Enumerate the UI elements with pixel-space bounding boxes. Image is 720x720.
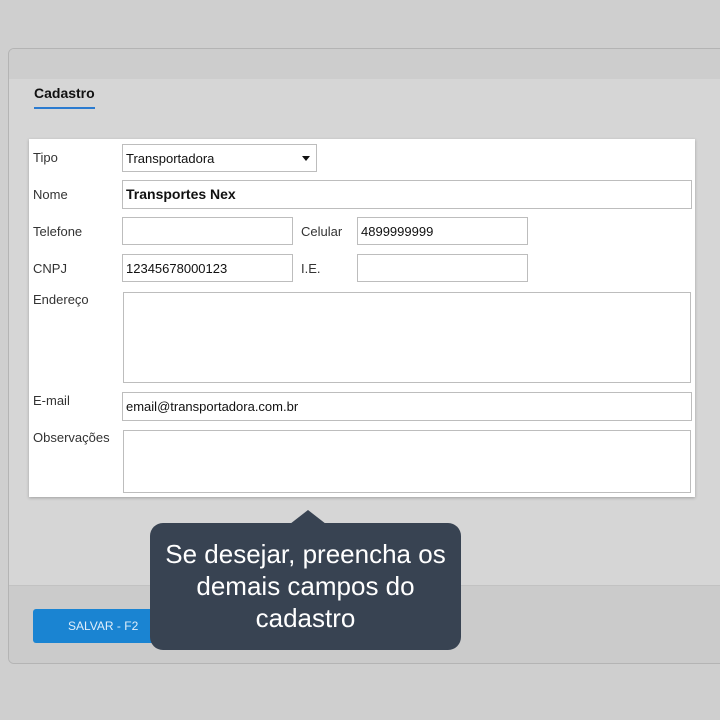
- cnpj-field[interactable]: 12345678000123: [122, 254, 293, 282]
- help-tooltip: Se desejar, preencha os demais campos do…: [150, 523, 461, 650]
- tipo-select[interactable]: Transportadora: [122, 144, 317, 172]
- observacoes-label: Observações: [33, 430, 110, 445]
- ie-label: I.E.: [301, 261, 321, 276]
- observacoes-textarea[interactable]: [123, 430, 691, 493]
- endereco-textarea[interactable]: [123, 292, 691, 383]
- nome-label: Nome: [33, 187, 68, 202]
- email-label: E-mail: [33, 393, 70, 408]
- chevron-down-icon: [302, 156, 310, 161]
- endereco-label: Endereço: [33, 292, 89, 307]
- nome-field[interactable]: Transportes Nex: [122, 180, 692, 209]
- telefone-field[interactable]: [122, 217, 293, 245]
- registration-form: Tipo Transportadora Nome Transportes Nex…: [29, 139, 695, 497]
- email-field[interactable]: email@transportadora.com.br: [122, 392, 692, 421]
- tipo-label: Tipo: [33, 150, 58, 165]
- tipo-selected-value: Transportadora: [126, 151, 215, 166]
- ie-field[interactable]: [357, 254, 528, 282]
- tooltip-arrow: [290, 510, 326, 524]
- tab-cadastro[interactable]: Cadastro: [34, 85, 95, 109]
- celular-label: Celular: [301, 224, 343, 239]
- tooltip-text: Se desejar, preencha os demais campos do…: [165, 539, 446, 633]
- telefone-label: Telefone: [33, 224, 83, 239]
- window-titlebar: [9, 49, 720, 79]
- cnpj-label: CNPJ: [33, 261, 67, 276]
- celular-field[interactable]: 4899999999: [357, 217, 528, 245]
